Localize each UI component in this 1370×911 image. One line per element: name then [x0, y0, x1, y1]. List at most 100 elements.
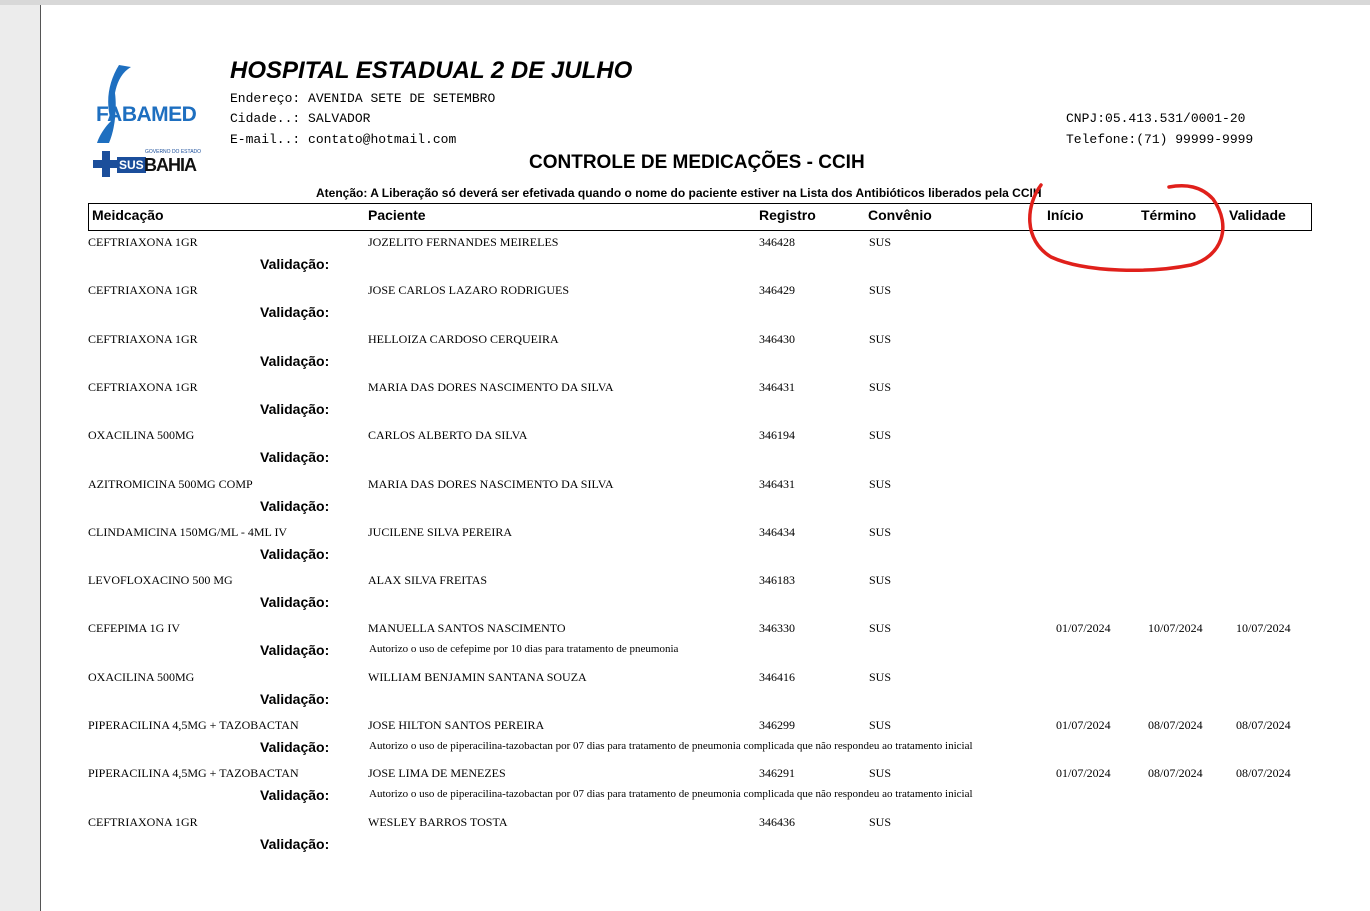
validation-label: Validação: [260, 304, 330, 321]
row-medicacao: CEFTRIAXONA 1GR [88, 331, 198, 346]
row-convenio: SUS [869, 766, 892, 781]
row-paciente: ALAX SILVA FREITAS [368, 573, 488, 588]
row-medicacao: CLINDAMICINA 150MG/ML - 4ML IV [88, 524, 288, 539]
row-registro: 346330 [759, 621, 795, 636]
address-value: AVENIDA SETE DE SETEMBRO [308, 91, 496, 106]
row-medicacao: PIPERACILINA 4,5MG + TAZOBACTAN [88, 718, 299, 732]
row-convenio: SUS [869, 669, 892, 684]
col-termino-header: Término [1141, 207, 1197, 223]
row-paciente: WILLIAM BENJAMIN SANTANA SOUZA [368, 669, 587, 684]
medication-row: OXACILINA 500MG WILLIAM BENJAMIN SANTANA … [41, 670, 1370, 719]
row-paciente: JOZELITO FERNANDES MEIRELES [368, 235, 559, 249]
validation-text: Autorizo o uso de cefepime por 10 dias p… [369, 643, 679, 656]
validation-label: Validação: [260, 449, 330, 466]
row-paciente: CARLOS ALBERTO DA SILVA [368, 428, 528, 443]
col-validade-header: Validade [1229, 207, 1286, 223]
row-medicacao: CEFTRIAXONA 1GR [88, 283, 198, 298]
col-convenio-header: Convênio [868, 207, 932, 223]
row-medicacao: CEFTRIAXONA 1GR [88, 235, 198, 249]
col-paciente-header: Paciente [368, 207, 426, 223]
email-value: contato@hotmail.com [308, 132, 457, 147]
phone-label: Telefone: [1066, 132, 1137, 147]
release-notice: Atenção: A Liberação só deverá ser efeti… [316, 186, 1042, 200]
row-termino: 10/07/2024 [1148, 621, 1203, 636]
validation-text: Autorizo o uso de piperacilina-tazobacta… [369, 788, 973, 801]
medication-row: CEFTRIAXONA 1GR MARIA DAS DORES NASCIMENT… [41, 380, 1370, 429]
city-value: SALVADOR [308, 111, 371, 126]
medication-row: CEFTRIAXONA 1GR JOSE CARLOS LAZARO RODRIG… [41, 283, 1370, 332]
row-paciente: HELLOIZA CARDOSO CERQUEIRA [368, 331, 559, 346]
validation-label: Validação: [260, 739, 330, 755]
medication-row: CLINDAMICINA 150MG/ML - 4ML IV JUCILENE S… [41, 525, 1370, 574]
validation-label: Validação: [260, 256, 330, 272]
bahia-logo-text: BAHIA [144, 155, 197, 175]
row-registro: 346430 [759, 331, 795, 346]
row-medicacao: CEFTRIAXONA 1GR [88, 814, 198, 829]
row-termino: 08/07/2024 [1148, 718, 1203, 732]
row-registro: 346434 [759, 524, 795, 539]
validation-label: Validação: [260, 835, 330, 852]
medication-row: CEFTRIAXONA 1GR WESLEY BARROS TOSTA 346436… [41, 815, 1370, 864]
row-inicio: 01/07/2024 [1056, 621, 1111, 636]
row-registro: 346436 [759, 814, 795, 829]
row-convenio: SUS [869, 331, 892, 346]
row-paciente: JOSE HILTON SANTOS PEREIRA [368, 718, 545, 732]
row-registro: 346431 [759, 476, 795, 491]
medication-row: LEVOFLOXACINO 500 MG ALAX SILVA FREITAS 34… [41, 573, 1370, 622]
col-medicacao-header: Meidcação [92, 207, 164, 223]
row-registro: 346299 [759, 718, 795, 732]
city-line: Cidade..: SALVADOR [230, 111, 370, 126]
city-label: Cidade..: [230, 111, 301, 126]
sus-cross-icon [93, 151, 119, 177]
validation-label: Validação: [260, 400, 330, 417]
row-convenio: SUS [869, 283, 892, 298]
validation-label: Validação: [260, 594, 330, 611]
validation-label: Validação: [260, 690, 330, 707]
address-label: Endereço: [230, 91, 301, 106]
row-registro: 346194 [759, 428, 795, 443]
medication-row: AZITROMICINA 500MG COMP MARIA DAS DORES N… [41, 477, 1370, 526]
row-inicio: 01/07/2024 [1056, 718, 1111, 732]
row-convenio: SUS [869, 379, 892, 394]
row-convenio: SUS [869, 573, 892, 588]
row-convenio: SUS [869, 621, 892, 636]
row-registro: 346429 [759, 283, 795, 298]
medication-row: CEFTRIAXONA 1GR JOZELITO FERNANDES MEIREL… [41, 235, 1370, 284]
row-paciente: MARIA DAS DORES NASCIMENTO DA SILVA [368, 476, 614, 491]
row-paciente: JUCILENE SILVA PEREIRA [368, 524, 513, 539]
row-paciente: MARIA DAS DORES NASCIMENTO DA SILVA [368, 379, 614, 394]
validation-label: Validação: [260, 642, 330, 659]
medication-row: CEFTRIAXONA 1GR HELLOIZA CARDOSO CERQUEIR… [41, 332, 1370, 381]
row-paciente: JOSE LIMA DE MENEZES [368, 766, 506, 781]
sus-logo-text: SUS [117, 157, 146, 173]
row-convenio: SUS [869, 476, 892, 491]
row-medicacao: CEFTRIAXONA 1GR [88, 379, 198, 394]
row-convenio: SUS [869, 524, 892, 539]
row-validade: 08/07/2024 [1236, 766, 1291, 781]
row-termino: 08/07/2024 [1148, 766, 1203, 781]
row-paciente: MANUELLA SANTOS NASCIMENTO [368, 621, 566, 636]
col-inicio-header: Início [1047, 207, 1084, 223]
row-medicacao: OXACILINA 500MG [88, 428, 195, 443]
row-medicacao: LEVOFLOXACINO 500 MG [88, 573, 233, 588]
row-validade: 10/07/2024 [1236, 621, 1291, 636]
row-medicacao: CEFEPIMA 1G IV [88, 621, 181, 636]
validation-label: Validação: [260, 545, 330, 562]
cnpj-value: 05.413.531/0001-20 [1105, 111, 1246, 126]
validation-text: Autorizo o uso de piperacilina-tazobacta… [369, 740, 973, 752]
row-paciente: WESLEY BARROS TOSTA [368, 814, 508, 829]
report-title: CONTROLE DE MEDICAÇÕES - CCIH [529, 152, 865, 173]
cnpj-line: CNPJ:05.413.531/0001-20 [1066, 111, 1245, 126]
col-registro-header: Registro [759, 207, 816, 223]
medication-row: CEFEPIMA 1G IV MANUELLA SANTOS NASCIMENTO… [41, 621, 1370, 670]
column-header-bar [88, 203, 1312, 231]
row-medicacao: AZITROMICINA 500MG COMP [88, 476, 253, 491]
validation-label: Validação: [260, 787, 330, 804]
row-validade: 08/07/2024 [1236, 718, 1291, 732]
validation-label: Validação: [260, 352, 330, 369]
row-convenio: SUS [869, 814, 892, 829]
row-inicio: 01/07/2024 [1056, 766, 1111, 781]
email-label: E-mail..: [230, 132, 301, 147]
row-registro: 346431 [759, 379, 795, 394]
row-medicacao: OXACILINA 500MG [88, 669, 195, 684]
